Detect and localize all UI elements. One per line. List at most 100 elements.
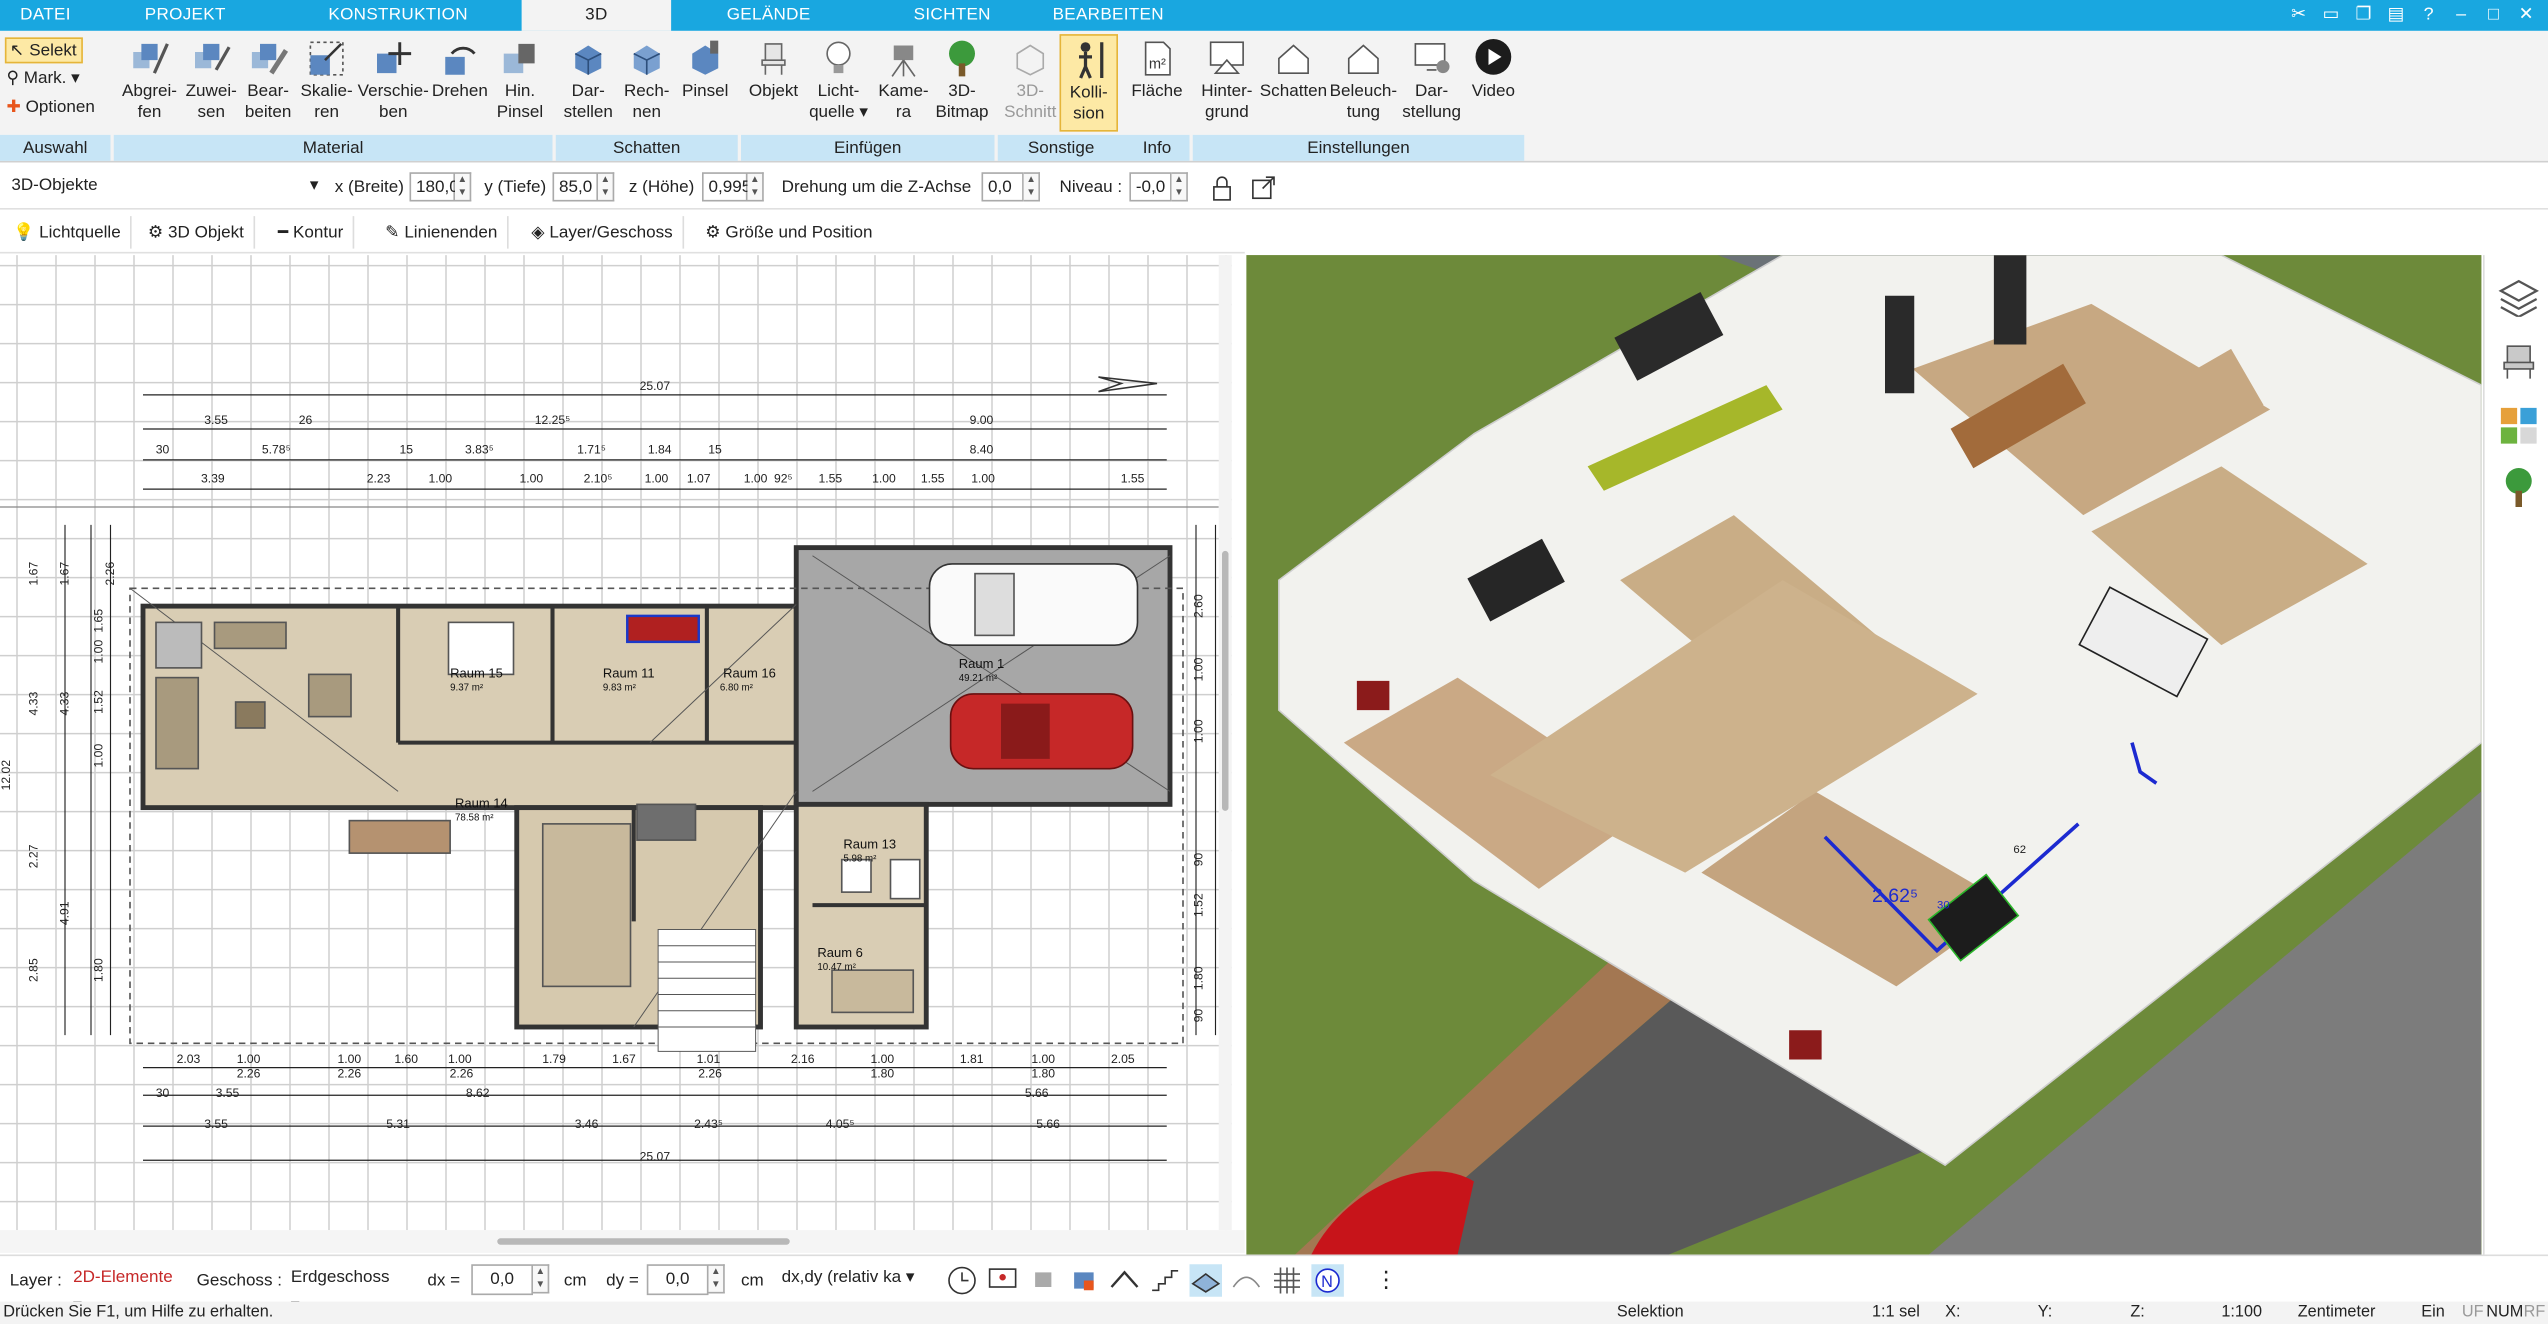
einst-schatten-button[interactable]: Schatten bbox=[1258, 34, 1330, 132]
chair-icon[interactable] bbox=[2498, 340, 2540, 382]
plan-vertical-scrollbar[interactable] bbox=[1218, 255, 1232, 1231]
drehen-button[interactable]: Drehen bbox=[429, 34, 491, 132]
geschoss-label: Geschoss : bbox=[196, 1270, 282, 1291]
verschieben-button[interactable]: Verschie-ben bbox=[358, 34, 430, 132]
y-spinner[interactable]: ▲ ▼ bbox=[598, 172, 615, 202]
object-icon[interactable] bbox=[1068, 1264, 1101, 1297]
x-spinner[interactable]: ▲ ▼ bbox=[455, 172, 472, 202]
layer-select[interactable]: 2D-Elemente ▾ bbox=[68, 1264, 182, 1315]
tab-3d[interactable]: 3D bbox=[521, 0, 672, 31]
view-3d[interactable]: 2.62⁵ 30 62 bbox=[1246, 255, 2482, 1255]
skalieren-button[interactable]: Skalie-ren bbox=[296, 34, 358, 132]
geschoss-select[interactable]: Erdgeschoss ▾ bbox=[286, 1264, 400, 1315]
z-input[interactable]: 0,995 bbox=[702, 172, 751, 202]
rechnen-button[interactable]: Rech-nen bbox=[618, 34, 677, 132]
object-type-select[interactable]: 3D-Objekte ▾ bbox=[6, 172, 325, 202]
darstellen-button[interactable]: Dar-stellen bbox=[559, 34, 618, 132]
robot-icon[interactable] bbox=[1027, 1264, 1060, 1297]
tab-datei[interactable]: DATEI bbox=[0, 0, 91, 31]
textures-icon[interactable] bbox=[2498, 405, 2540, 447]
beleuchtung-button[interactable]: Beleuch-tung bbox=[1329, 34, 1397, 132]
linienenden-tool[interactable]: ✎ Linienenden bbox=[379, 216, 509, 249]
rotation-input[interactable]: 0,0 bbox=[981, 172, 1024, 202]
layer-geschoss-tool[interactable]: ◈ Layer/Geschoss bbox=[525, 216, 685, 249]
schatten-pinsel-button[interactable]: Pinsel bbox=[676, 34, 735, 132]
tab-sichten[interactable]: SICHTEN bbox=[866, 0, 1038, 31]
maximize-icon[interactable]: □ bbox=[2481, 3, 2505, 27]
x-input[interactable]: 180,0 bbox=[409, 172, 459, 202]
button-label-line2: stellung bbox=[1402, 102, 1462, 122]
flaeche-button[interactable]: m² Fläche bbox=[1128, 34, 1187, 132]
roof-icon[interactable] bbox=[1108, 1264, 1141, 1297]
minimize-icon[interactable]: – bbox=[2449, 3, 2473, 27]
room-area: 49.21 m² bbox=[959, 673, 998, 684]
layout-icon[interactable]: ▤ bbox=[2384, 3, 2408, 27]
floor-plan-view[interactable]: 25.07 3.55 26 12.25⁵ 9.00 30 5.78⁵ 15 3.… bbox=[0, 255, 1232, 1231]
tree-icon[interactable] bbox=[2498, 466, 2540, 508]
dy-spinner[interactable]: ▲ ▼ bbox=[708, 1264, 725, 1294]
snap-icon[interactable]: N bbox=[1311, 1264, 1344, 1297]
scroll-thumb[interactable] bbox=[497, 1238, 790, 1245]
help-icon[interactable]: ? bbox=[2416, 3, 2440, 27]
options-button[interactable]: ✚ Optionen bbox=[7, 96, 95, 119]
clock-icon[interactable] bbox=[946, 1264, 979, 1297]
tab-projekt[interactable]: PROJEKT bbox=[94, 0, 276, 31]
niveau-spinner[interactable]: ▲ ▼ bbox=[1171, 172, 1188, 202]
dx-input[interactable]: 0,0 bbox=[471, 1264, 533, 1296]
group-label-schatten: Schatten bbox=[555, 134, 738, 161]
coord-mode-select[interactable]: dx,dy (relativ ka ▾ bbox=[776, 1264, 927, 1296]
restore-icon[interactable]: ❐ bbox=[2351, 3, 2375, 27]
niveau-input[interactable]: -0,0 bbox=[1129, 172, 1172, 202]
bearbeiten-button[interactable]: Bear-beiten bbox=[241, 34, 296, 132]
tab-gelaende[interactable]: GELÄNDE bbox=[671, 0, 866, 31]
button-label-line1: Hinter- bbox=[1201, 81, 1253, 101]
abgreifen-button[interactable]: Abgrei-fen bbox=[117, 34, 182, 132]
dim-label: 5.66 bbox=[1025, 1086, 1049, 1100]
z-spinner[interactable]: ▲ ▼ bbox=[747, 172, 764, 202]
rotation-spinner[interactable]: ▲ ▼ bbox=[1023, 172, 1040, 202]
mark-button[interactable]: ⚲ Mark. ▾ bbox=[7, 67, 80, 90]
stairs-icon[interactable] bbox=[1149, 1264, 1182, 1297]
kontur-tool[interactable]: ━ Kontur bbox=[271, 216, 355, 249]
pen-icon: ✎ bbox=[385, 222, 400, 243]
kollision-button[interactable]: Kolli-sion bbox=[1059, 34, 1118, 132]
lichtquelle-button[interactable]: Licht-quelle ▾ bbox=[806, 34, 871, 132]
tool-label: Layer/Geschoss bbox=[549, 222, 673, 243]
schnitt-3d-button[interactable]: 3D- Schnitt bbox=[1001, 34, 1060, 132]
plane-icon[interactable] bbox=[1189, 1264, 1223, 1297]
objekt-button[interactable]: Objekt bbox=[744, 34, 803, 132]
groesse-position-tool[interactable]: ⚙ Größe und Position bbox=[699, 216, 882, 249]
lichtquelle-tool[interactable]: 💡 Lichtquelle bbox=[7, 216, 133, 249]
select-button[interactable]: ↖ Selekt bbox=[4, 37, 83, 64]
video-button[interactable]: Video bbox=[1466, 34, 1521, 132]
hin-pinsel-button[interactable]: Hin. Pinsel bbox=[491, 34, 550, 132]
dim-3d-small: 62 bbox=[2013, 844, 2026, 856]
folder-icon[interactable]: ▭ bbox=[2319, 3, 2343, 27]
floor-plan-drawing: 25.07 3.55 26 12.25⁵ 9.00 30 5.78⁵ 15 3.… bbox=[0, 376, 1219, 1163]
background-icon bbox=[1209, 41, 1244, 74]
house-shadow-icon bbox=[1278, 44, 1309, 74]
tools-icon[interactable]: ✂ bbox=[2286, 3, 2310, 27]
bitmap-button[interactable]: 3D- Bitmap bbox=[933, 34, 992, 132]
y-input[interactable]: 85,0 bbox=[552, 172, 598, 202]
tab-bearbeiten[interactable]: BEARBEITEN bbox=[1038, 0, 1178, 31]
monitor-icon[interactable] bbox=[986, 1264, 1019, 1297]
objekt-3d-tool[interactable]: ⚙ 3D Objekt bbox=[141, 216, 256, 249]
more-icon[interactable]: ⋮ bbox=[1375, 1266, 1398, 1294]
close-icon[interactable]: ✕ bbox=[2514, 3, 2538, 27]
dy-input[interactable]: 0,0 bbox=[646, 1264, 709, 1296]
kamera-button[interactable]: Kame-ra bbox=[874, 34, 933, 132]
zuweisen-button[interactable]: Zuwei-sen bbox=[182, 34, 241, 132]
hintergrund-button[interactable]: Hinter-grund bbox=[1196, 34, 1258, 132]
scroll-thumb[interactable] bbox=[1222, 550, 1229, 811]
dx-spinner[interactable]: ▲ ▼ bbox=[533, 1264, 550, 1294]
lock-icon[interactable] bbox=[1209, 176, 1235, 202]
layers-icon[interactable] bbox=[2498, 275, 2540, 317]
grid-icon[interactable] bbox=[1271, 1264, 1304, 1297]
external-icon[interactable] bbox=[1250, 176, 1276, 202]
plan-horizontal-scrollbar[interactable] bbox=[0, 1230, 1245, 1253]
darstellung-button[interactable]: Dar-stellung bbox=[1398, 34, 1466, 132]
tab-konstruktion[interactable]: KONSTRUKTION bbox=[276, 0, 520, 31]
dim-label: 1.00 bbox=[338, 1052, 362, 1066]
terrain-icon[interactable] bbox=[1230, 1264, 1263, 1297]
